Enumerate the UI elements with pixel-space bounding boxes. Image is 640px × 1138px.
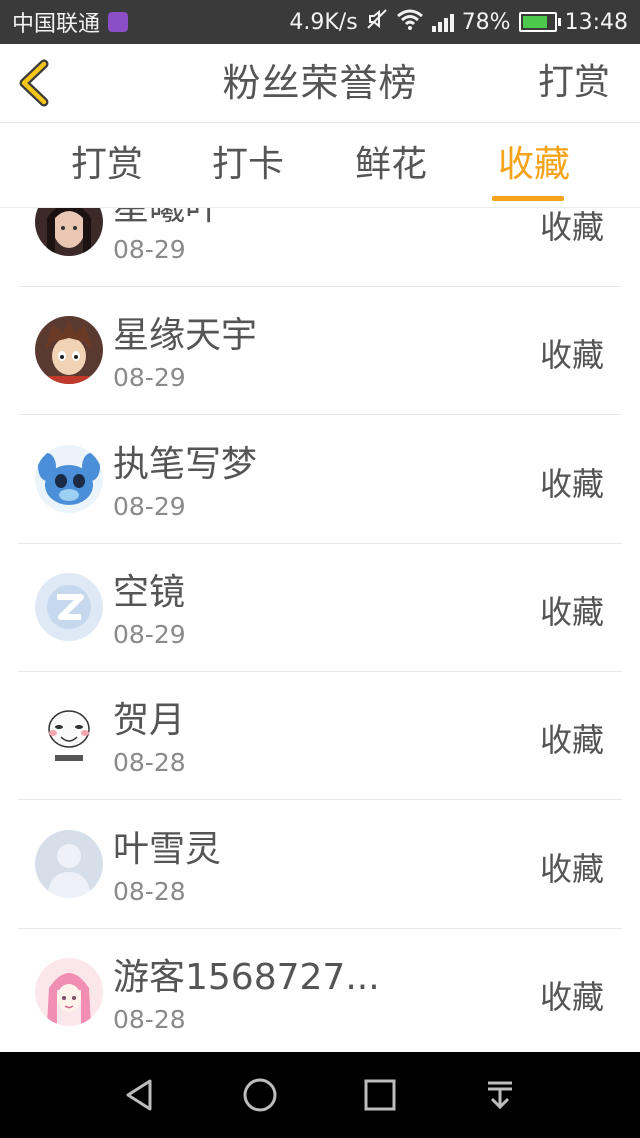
list-item-name: 星曦叶 [113, 208, 221, 230]
list-item-date: 08-28 [113, 1005, 186, 1034]
tab-checkin[interactable]: 打卡 [193, 123, 303, 207]
mute-icon [366, 8, 388, 36]
nav-back-button[interactable] [118, 1073, 162, 1117]
header: 粉丝荣誉榜 打赏 [0, 44, 640, 123]
list-item[interactable]: 贺月 08-28 收藏 [18, 671, 622, 800]
list-item-action: 收藏 [539, 465, 604, 503]
tab-flowers[interactable]: 鲜花 [336, 123, 446, 207]
tab-favorites-label: 收藏 [497, 144, 570, 185]
status-bar: 中国联通 4.9K/s 78% 13:48 [0, 0, 640, 44]
list-item-date: 08-29 [113, 363, 186, 392]
wifi-icon [396, 8, 424, 36]
app-notification-icon [108, 12, 129, 32]
list-item-name: 执笔写梦 [113, 444, 258, 485]
recents-square-icon [364, 1079, 396, 1111]
tip-button[interactable]: 打赏 [538, 44, 610, 122]
list-item-date: 08-29 [113, 492, 186, 521]
list-item-action: 收藏 [539, 978, 604, 1016]
avatar [35, 316, 103, 384]
carrier-label: 中国联通 [12, 12, 101, 37]
list-item[interactable]: 星曦叶 08-29 收藏 [18, 208, 622, 287]
system-nav-bar [0, 1052, 640, 1138]
avatar [35, 208, 103, 256]
active-tab-indicator [492, 196, 564, 201]
list-item-name: 游客1568727... [113, 957, 380, 998]
list-item[interactable]: 游客1568727... 08-28 收藏 [18, 928, 622, 1052]
list-item-name: 贺月 [113, 700, 186, 741]
list-item[interactable]: 星缘天宇 08-29 收藏 [18, 286, 622, 415]
clock: 13:48 [564, 9, 628, 35]
list-item-name: 空镜 [113, 572, 186, 613]
signal-icon [431, 12, 454, 32]
battery-icon [518, 12, 561, 32]
avatar [35, 830, 103, 898]
nav-recents-button[interactable] [358, 1073, 402, 1117]
list-item-action: 收藏 [539, 721, 604, 759]
list-item-date: 08-28 [113, 877, 186, 906]
tab-tip[interactable]: 打赏 [52, 123, 162, 207]
list-item-action: 收藏 [539, 336, 604, 374]
list-item-date: 08-28 [113, 748, 186, 777]
avatar [35, 701, 103, 769]
list-item-name: 叶雪灵 [113, 829, 222, 870]
nav-home-button[interactable] [238, 1073, 282, 1117]
network-speed: 4.9K/s [289, 9, 358, 35]
list-item[interactable]: 叶雪灵 08-28 收藏 [18, 800, 622, 929]
list-item-date: 08-29 [113, 620, 186, 649]
list-item[interactable]: 空镜 08-29 收藏 [18, 543, 622, 672]
tab-favorites[interactable]: 收藏 [479, 123, 589, 207]
list-item-action: 收藏 [539, 593, 604, 631]
list-item[interactable]: 执笔写梦 08-29 收藏 [18, 415, 622, 544]
nav-notification-button[interactable] [478, 1073, 522, 1117]
list-item-name: 星缘天宇 [113, 315, 258, 356]
fan-list[interactable]: 星曦叶 08-29 收藏 星缘天宇 08-29 收藏 执笔写梦 08-29 收藏… [0, 208, 640, 1052]
back-triangle-icon [126, 1079, 152, 1111]
list-item-action: 收藏 [539, 208, 604, 246]
home-circle-icon [243, 1078, 277, 1112]
battery-percent: 78% [461, 9, 511, 35]
avatar [35, 445, 103, 513]
list-item-date: 08-29 [113, 235, 186, 264]
tab-bar: 打赏 打卡 鲜花 收藏 [0, 123, 640, 208]
notification-pulldown-icon [488, 1081, 512, 1110]
avatar [35, 958, 103, 1026]
avatar [35, 573, 103, 641]
list-item-action: 收藏 [539, 850, 604, 888]
